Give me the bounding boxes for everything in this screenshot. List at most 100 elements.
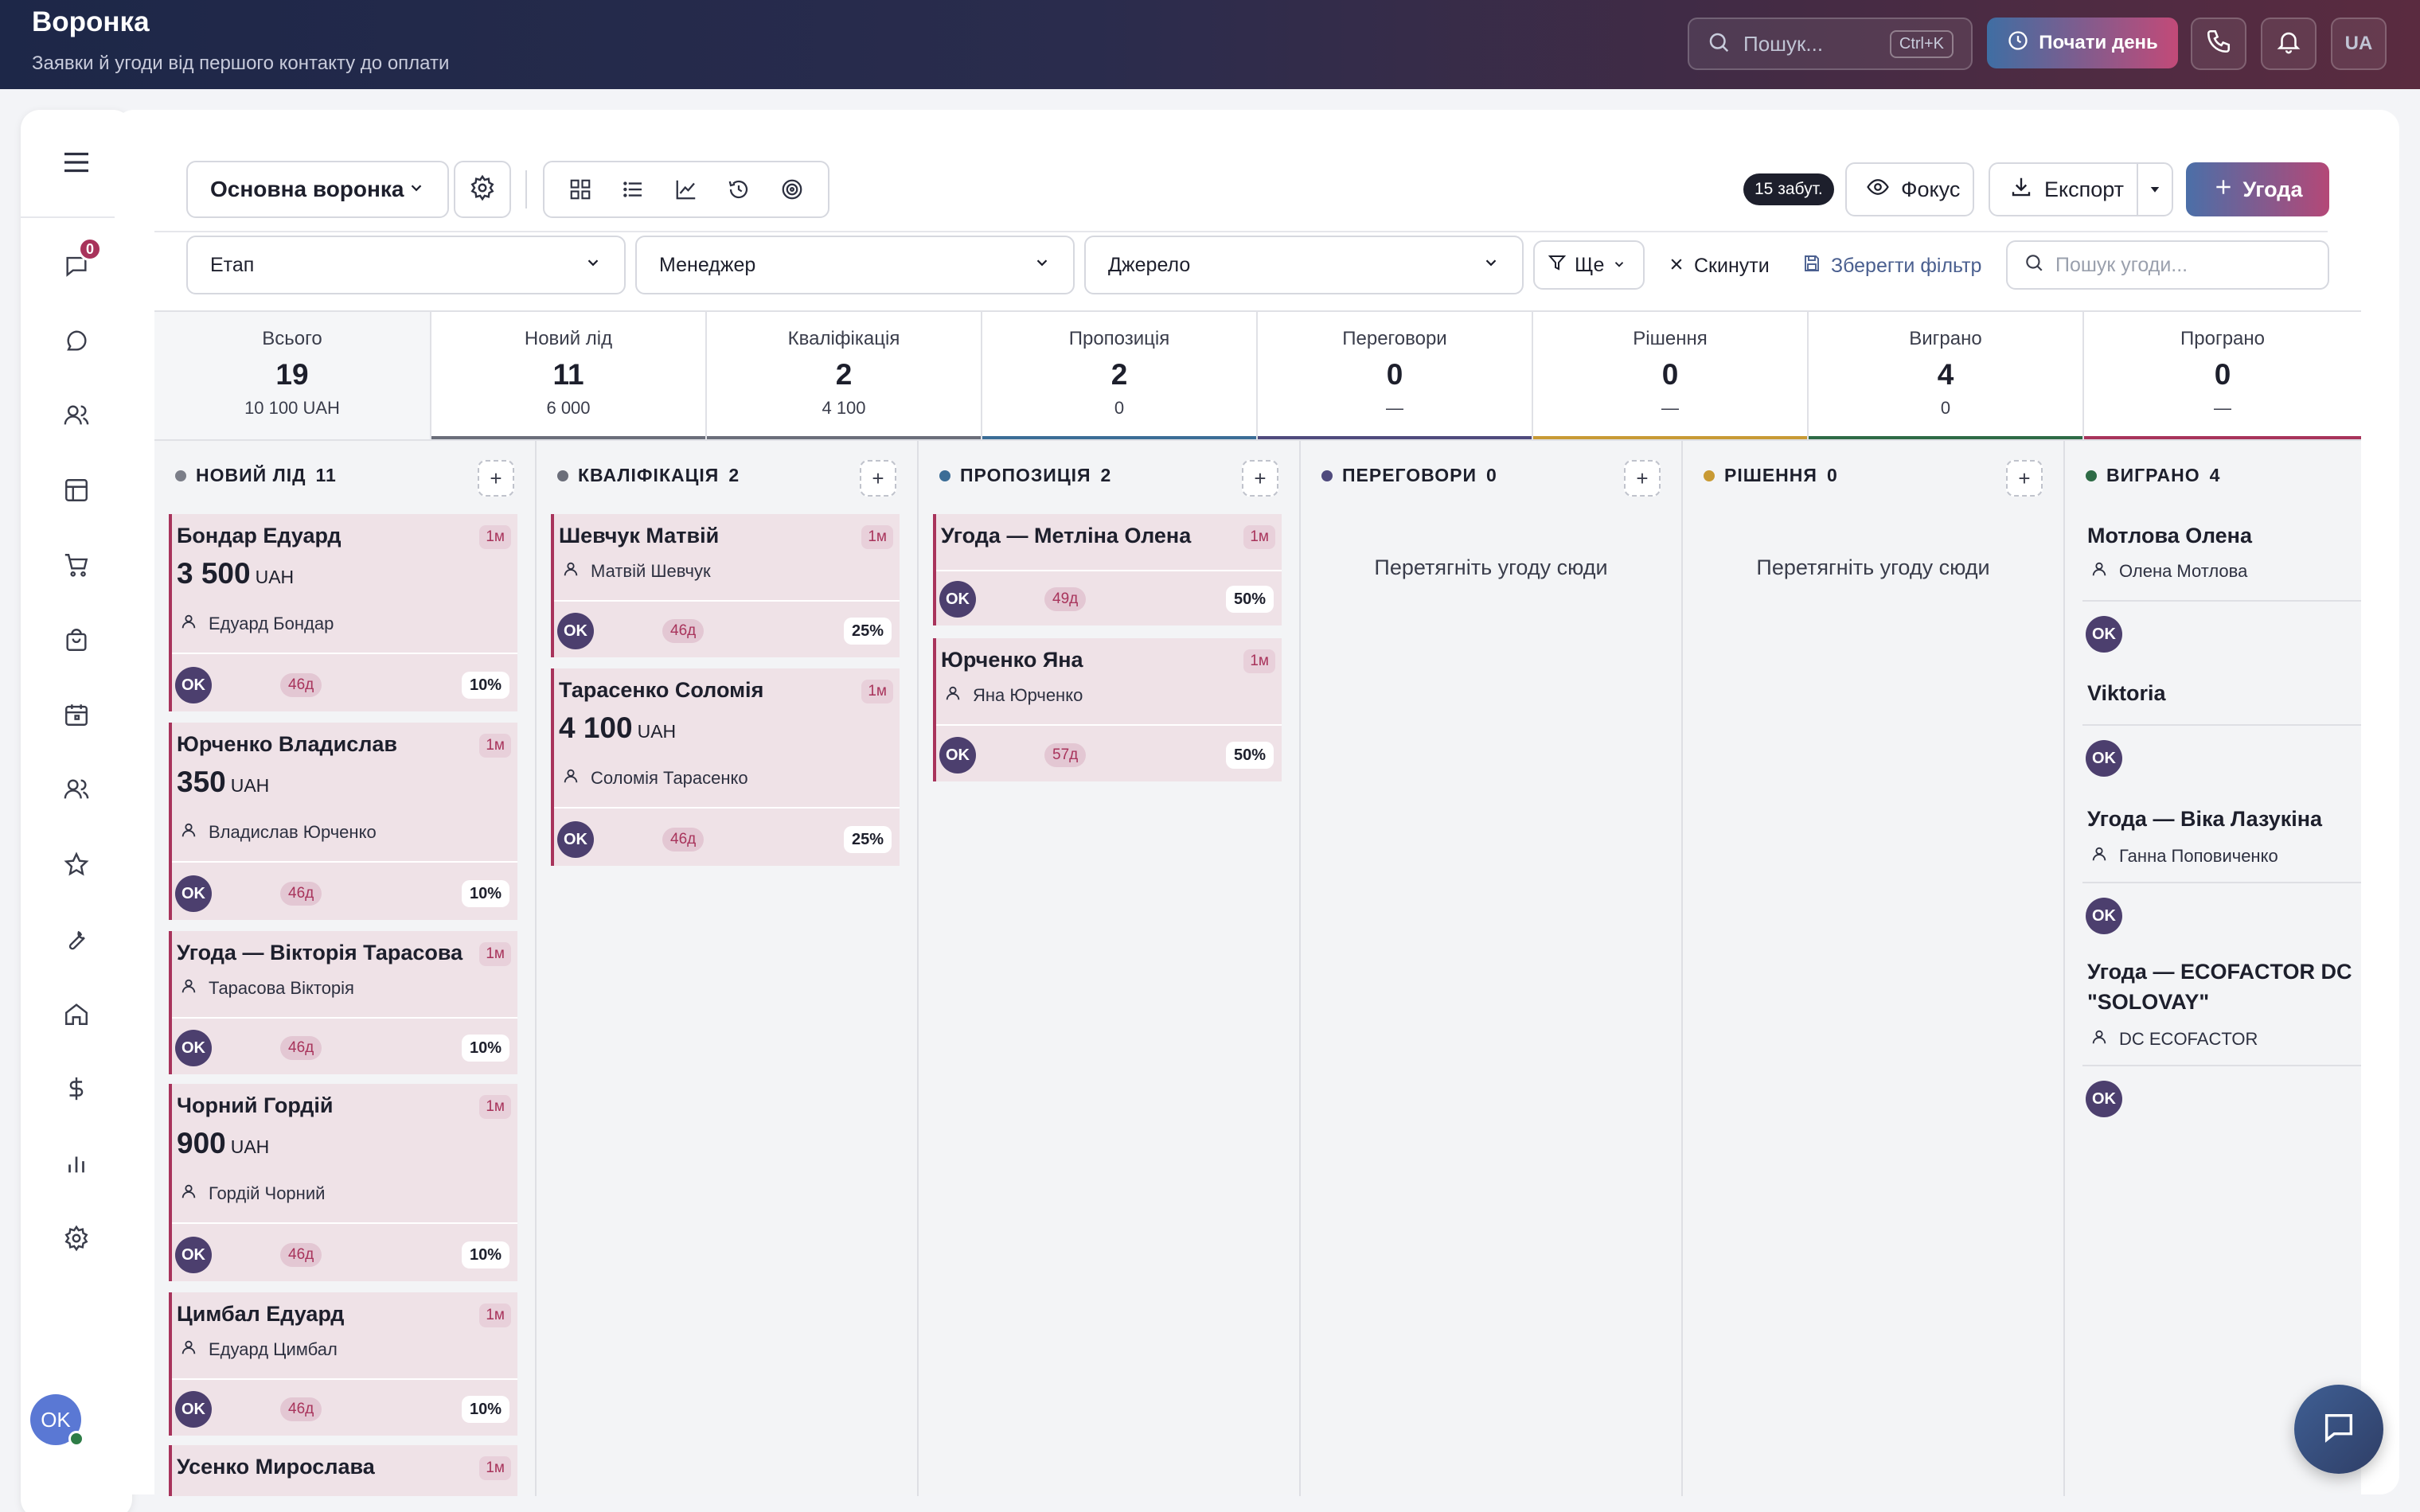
sidebar-item-calendar[interactable] [53, 692, 100, 740]
column-title: ВИГРАНО [2106, 465, 2200, 485]
chevron-down-icon [1482, 254, 1500, 277]
star-icon [63, 851, 90, 882]
stat-new-lead[interactable]: Новий лід 11 6 000 [430, 312, 705, 441]
deal-age-badge: 1м [1243, 525, 1275, 549]
deal-card[interactable]: Мотлова Олена Олена Мотлова OK [2082, 514, 2361, 673]
source-filter[interactable]: Джерело [1084, 236, 1524, 294]
add-card-button[interactable]: + [2006, 460, 2043, 497]
deal-title: Чорний Гордій [177, 1093, 334, 1117]
pipeline-select[interactable]: Основна воронка [186, 161, 449, 218]
person-icon [2090, 845, 2108, 867]
deal-card[interactable]: Юрченко Владислав 1м 350 UAH Владислав Юр… [169, 723, 517, 920]
sidebar-item-products[interactable] [53, 618, 100, 665]
deal-card[interactable]: Viktoria OK [2082, 673, 2361, 799]
bar-chart-icon [63, 1150, 90, 1181]
view-list-button[interactable] [611, 167, 656, 212]
stat-qualification[interactable]: Кваліфікація 2 4 100 [705, 312, 981, 441]
stat-lost[interactable]: Програно 0 — [2082, 312, 2361, 441]
sidebar-item-tools[interactable] [53, 917, 100, 964]
sidebar-item-favorites[interactable] [53, 842, 100, 890]
deal-contact: Яна Юрченко [944, 684, 1083, 707]
view-history-button[interactable] [716, 167, 761, 212]
column-count: 4 [2209, 465, 2221, 485]
owner-avatar: OK [557, 821, 594, 858]
language-button[interactable]: UA [2331, 18, 2387, 70]
view-kanban-button[interactable] [558, 167, 603, 212]
person-icon [180, 977, 197, 1000]
column-header: РІШЕННЯ 0 [1704, 465, 1838, 486]
deal-card[interactable]: Тарасенко Соломія 1м 4 100 UAH Соломія Та… [551, 668, 900, 866]
contact-name: Едуард Бондар [209, 614, 334, 633]
column-dot [175, 470, 186, 481]
owner-avatar: OK [175, 1237, 212, 1273]
deal-card[interactable]: Чорний Гордій 1м 900 UAH Гордій Чорний OK… [169, 1084, 517, 1281]
stat-proposal[interactable]: Пропозиція 2 0 [981, 312, 1256, 441]
contact-name: Соломія Тарасенко [591, 768, 748, 788]
stage-stats: Всього 19 10 100 UAH Новий лід 11 6 000 … [154, 310, 2361, 441]
stat-sum: 6 000 [546, 398, 591, 418]
column-header: ВИГРАНО 4 [2086, 465, 2220, 486]
sidebar-item-reports[interactable] [53, 1141, 100, 1189]
notifications-button[interactable] [2261, 18, 2317, 70]
global-search[interactable]: Пошук... Ctrl+K [1688, 18, 1973, 70]
add-deal-label: Угода [2242, 177, 2303, 201]
deal-title: Тарасенко Соломія [559, 678, 764, 702]
deal-contact: Едуард Цимбал [180, 1339, 338, 1361]
stat-sum: 4 100 [822, 398, 866, 418]
more-filters-button[interactable]: Ще [1533, 240, 1645, 290]
forgotten-deals-badge[interactable]: 15 забут. [1743, 173, 1834, 205]
support-chat-button[interactable] [2294, 1385, 2383, 1474]
menu-toggle[interactable] [53, 140, 100, 188]
stat-sum: 0 [1114, 398, 1125, 418]
deal-card[interactable]: Бондар Едуард 1м 3 500 UAH Едуард Бондар … [169, 514, 517, 711]
sidebar-item-team[interactable] [53, 767, 100, 815]
deal-card[interactable]: Юрченко Яна 1м Яна Юрченко OK 57д 50% [933, 638, 1282, 781]
deal-card[interactable]: Угода — Віка Лазукіна Ганна Поповиченко … [2082, 799, 2361, 952]
add-card-button[interactable]: + [1242, 460, 1278, 497]
stat-decision[interactable]: Рішення 0 — [1532, 312, 1807, 441]
deal-card[interactable]: Угода — ECOFACTOR DC "SOLOVAY" DC ECOFAC… [2082, 952, 2361, 1159]
pipeline-select-value: Основна воронка [210, 177, 404, 201]
export-button[interactable]: Експорт [1989, 162, 2138, 216]
deal-card[interactable]: Усенко Мирослава 1м [169, 1445, 517, 1496]
sidebar-item-orders[interactable] [53, 543, 100, 590]
stat-won[interactable]: Виграно 4 0 [1807, 312, 2082, 441]
toolbar-divider [525, 170, 527, 208]
view-chart-button[interactable] [664, 167, 708, 212]
add-card-button[interactable]: + [478, 460, 514, 497]
save-filter-button[interactable]: Зберегти фільтр [1802, 248, 1981, 283]
sidebar-item-contacts[interactable] [53, 393, 100, 441]
sidebar-item-layout[interactable] [53, 468, 100, 516]
deal-card[interactable]: Угода — Метліна Олена 1м OK 49д 50% [933, 514, 1282, 625]
deal-search-input[interactable]: Пошук угоди... [2006, 240, 2329, 290]
sidebar-item-settings[interactable] [53, 1216, 100, 1264]
contact-name: Ганна Поповиченко [2119, 846, 2278, 866]
add-card-button[interactable]: + [860, 460, 896, 497]
contact-name: Едуард Цимбал [209, 1339, 338, 1359]
add-card-button[interactable]: + [1624, 460, 1661, 497]
stat-count: 4 [1937, 358, 1954, 391]
add-deal-button[interactable]: Угода [2186, 162, 2329, 216]
view-goals-button[interactable] [770, 167, 814, 212]
deal-card[interactable]: Шевчук Матвій 1м Матвій Шевчук OK 46д 25… [551, 514, 900, 657]
reset-filters-button[interactable]: Скинути [1669, 248, 1770, 283]
sidebar-item-finance[interactable] [53, 1066, 100, 1114]
export-dropdown-button[interactable] [2137, 162, 2173, 216]
sidebar-item-home[interactable] [53, 992, 100, 1039]
column-title: ПЕРЕГОВОРИ [1342, 465, 1477, 485]
sidebar-item-chats[interactable] [53, 318, 100, 366]
pipeline-settings-button[interactable] [454, 161, 511, 218]
deal-card[interactable]: Угода — Вікторія Тарасова 1м Тарасова Ві… [169, 931, 517, 1074]
start-day-button[interactable]: Почати день [1987, 18, 2178, 68]
deal-age-badge: 1м [479, 734, 511, 758]
deal-amount: 3 500 UAH [177, 557, 295, 590]
deal-card[interactable]: Цимбал Едуард 1м Едуард Цимбал OK 46д 10… [169, 1292, 517, 1436]
focus-button[interactable]: Фокус [1845, 162, 1974, 216]
stage-filter-value: Етап [210, 253, 255, 276]
manager-filter[interactable]: Менеджер [635, 236, 1075, 294]
phone-button[interactable] [2191, 18, 2246, 70]
menu-icon [62, 150, 91, 178]
stat-negotiation[interactable]: Переговори 0 — [1256, 312, 1532, 441]
stage-filter[interactable]: Етап [186, 236, 626, 294]
days-badge: 46д [662, 828, 705, 851]
